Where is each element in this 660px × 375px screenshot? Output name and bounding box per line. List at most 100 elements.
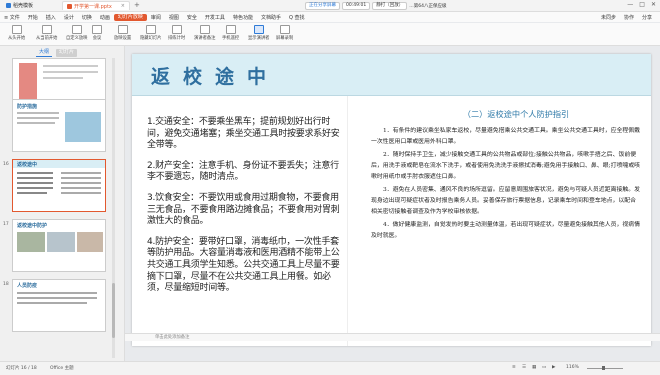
play-slideshow-icon[interactable]: ▶ bbox=[552, 365, 555, 370]
show-settings-button[interactable]: 放映设置 bbox=[114, 25, 131, 41]
menu-bar: ≡ 文件 开始 插入 设计 切换 动画 幻灯片放映 审阅 视图 安全 开发工具 … bbox=[0, 12, 660, 22]
close-tab-icon[interactable]: × bbox=[121, 3, 125, 9]
left-text-box[interactable]: 1.交通安全：不要乘坐黑车；提前规划好出行时间，避免交通堵塞；乘坐交通工具时按要… bbox=[147, 117, 343, 304]
new-tab-button[interactable]: + bbox=[134, 1, 140, 9]
menu-animations[interactable]: 动画 bbox=[96, 14, 114, 21]
right-text-box[interactable]: （二）返校途中个人防护指引 1．有条件的建议乘坐私家车返校，尽量避免搭乘公共交通… bbox=[371, 108, 641, 244]
slide-thumbnail-18[interactable]: 人员防疫 bbox=[12, 279, 106, 332]
tab-slides[interactable]: 幻灯片 bbox=[56, 49, 78, 57]
record-icon bbox=[279, 25, 290, 34]
home-tab[interactable]: 稻壳模板 bbox=[2, 1, 56, 10]
menu-security[interactable]: 安全 bbox=[183, 14, 201, 21]
menu-doc-assistant[interactable]: 文档助手 bbox=[257, 14, 285, 21]
view-outline-icon[interactable]: ☰ bbox=[522, 365, 526, 370]
slide-thumbnail-15[interactable]: 防护措施 bbox=[12, 99, 106, 152]
menu-insert[interactable]: 插入 bbox=[42, 14, 60, 21]
theme-name[interactable]: Office 主题 bbox=[50, 365, 74, 371]
playback-button[interactable]: 静打（回放） bbox=[372, 1, 408, 10]
thumb-title: 防护措施 bbox=[17, 104, 38, 110]
slide-number-18: 18 bbox=[3, 282, 9, 287]
play-from-start-button[interactable]: 从头开始 bbox=[8, 25, 25, 41]
show-settings-label: 放映设置 bbox=[114, 36, 132, 41]
menu-home[interactable]: 开始 bbox=[24, 14, 42, 21]
thumb-title: 人员防疫 bbox=[17, 283, 38, 289]
slideshow-toolbar: 从头开始 从当前开始 自定义放映 会议 放映设置 隐藏幻灯片 排练计时 演讲者备… bbox=[0, 23, 660, 46]
close-window-button[interactable]: ✕ bbox=[651, 1, 656, 8]
menu-review[interactable]: 审阅 bbox=[147, 14, 165, 21]
menu-features[interactable]: 特色功能 bbox=[229, 14, 257, 21]
right-point-2: 2．随时保持手卫生，减少接触交通工具的公共物品或部位;接触公共物品，咳嗽手捂之后… bbox=[371, 152, 641, 180]
slide-thumbnail-16[interactable]: 返校途中 bbox=[12, 159, 106, 212]
zoom-slider[interactable] bbox=[587, 368, 623, 369]
current-slide[interactable]: 返校途中 1.交通安全：不要乘坐黑车；提前规划好出行时间，避免交通堵塞；乘坐交通… bbox=[132, 54, 651, 346]
left-point-protection: 4.防护安全：要带好口罩，消毒纸巾，一次性手套等防护用品。大容量消毒液和医用酒精… bbox=[147, 236, 340, 294]
presenter-view-button[interactable]: 显示演讲者 bbox=[248, 25, 269, 41]
hide-slide-label: 隐藏幻灯片 bbox=[140, 36, 162, 41]
zoom-level[interactable]: 116% bbox=[566, 365, 579, 370]
menu-transitions[interactable]: 切换 bbox=[78, 14, 96, 21]
play-from-current-button[interactable]: 从当前开始 bbox=[36, 25, 57, 41]
slide-thumbnail-pane: 大纲 幻灯片 防护措施 16 返校途中 17 返校途中防护 18 人员防疫 bbox=[0, 46, 125, 362]
timer-icon bbox=[171, 25, 182, 34]
thumbnail-scrollbar[interactable] bbox=[112, 58, 115, 358]
home-tab-label: 稻壳模板 bbox=[13, 3, 34, 9]
pptx-file-icon bbox=[67, 3, 72, 9]
play-icon bbox=[11, 25, 22, 34]
status-bar: 幻灯片 16 / 18 Office 主题 ≡ ☰ ▦ ▭ ▶ 116% bbox=[0, 361, 660, 375]
slide-editing-area[interactable]: 返校途中 1.交通安全：不要乘坐黑车；提前规划好出行时间，避免交通堵塞；乘坐交通… bbox=[125, 46, 660, 362]
phone-remote-label: 手机遥控 bbox=[222, 36, 240, 41]
menu-developer[interactable]: 开发工具 bbox=[201, 14, 229, 21]
menu-file[interactable]: ≡ 文件 bbox=[0, 14, 24, 21]
minimize-button[interactable]: — bbox=[627, 1, 633, 8]
speaker-notes-label: 演讲者备注 bbox=[194, 36, 216, 41]
menu-slideshow[interactable]: 幻灯片放映 bbox=[113, 13, 147, 21]
slide-thumbnail-17[interactable]: 返校途中防护 bbox=[12, 219, 106, 272]
custom-show-icon bbox=[71, 25, 82, 34]
left-point-food: 3.饮食安全：不要饮用或食用过期食物，不要食用三无食品，不要食用路边摊食品；不要… bbox=[147, 192, 340, 227]
presenter-view-label: 显示演讲者 bbox=[248, 36, 270, 41]
document-tab[interactable]: 开学第一课.pptx × bbox=[62, 1, 130, 10]
view-reading-icon[interactable]: ▭ bbox=[542, 365, 546, 370]
meeting-button[interactable]: 会议 bbox=[92, 25, 102, 41]
phone-icon bbox=[225, 25, 236, 34]
play-current-icon bbox=[41, 25, 52, 34]
rehearse-timing-button[interactable]: 排练计时 bbox=[168, 25, 185, 41]
view-sorter-icon[interactable]: ▦ bbox=[532, 365, 536, 370]
sync-status[interactable]: 未同步 bbox=[601, 14, 616, 21]
presenter-view-icon bbox=[253, 25, 264, 34]
slide-title[interactable]: 返校途中 bbox=[151, 62, 279, 89]
screen-share-indicator[interactable]: 正在分享屏幕 bbox=[305, 1, 340, 10]
hide-slide-button[interactable]: 隐藏幻灯片 bbox=[140, 25, 161, 41]
thumb-title: 返校途中 bbox=[17, 162, 38, 168]
menu-search[interactable]: Q 查找 bbox=[285, 14, 309, 21]
play-from-current-label: 从当前开始 bbox=[36, 36, 58, 41]
menu-view[interactable]: 视图 bbox=[165, 14, 183, 21]
menu-design[interactable]: 设计 bbox=[60, 14, 78, 21]
scrollbar-thumb[interactable] bbox=[112, 283, 115, 338]
collaborate-button[interactable]: 协作 bbox=[624, 14, 634, 21]
right-section-title: （二）返校途中个人防护指引 bbox=[462, 109, 570, 119]
speaker-notes-button[interactable]: 演讲者备注 bbox=[194, 25, 215, 41]
play-from-start-label: 从头开始 bbox=[8, 36, 26, 41]
right-point-1: 1．有条件的建议乘坐私家车返校，尽量避免搭乘公共交通工具。乘坐公共交通工具时，应… bbox=[371, 128, 641, 145]
screen-record-button[interactable]: 屏幕录制 bbox=[276, 25, 293, 41]
slide-counter: 幻灯片 16 / 18 bbox=[6, 366, 37, 371]
left-point-transport: 1.交通安全：不要乘坐黑车；提前规划好出行时间，避免交通堵塞；乘坐交通工具时按要… bbox=[147, 117, 340, 151]
share-button[interactable]: 分享 bbox=[642, 14, 652, 21]
custom-show-button[interactable]: 自定义放映 bbox=[66, 25, 87, 41]
custom-show-label: 自定义放映 bbox=[66, 36, 88, 41]
meeting-info: …第64八正保应级 bbox=[409, 3, 447, 9]
tab-outline[interactable]: 大纲 bbox=[36, 49, 53, 57]
document-tab-label: 开学第一课.pptx bbox=[74, 3, 112, 10]
notes-icon bbox=[199, 25, 210, 34]
left-point-property: 2.财产安全：注意手机、身份证不要丢失；注意行李不要遗忘，随时清点。 bbox=[147, 160, 339, 183]
zoom-slider-knob[interactable] bbox=[602, 366, 605, 370]
speaker-notes-field[interactable]: 单击此处添加备注 bbox=[125, 333, 660, 341]
hide-slide-icon bbox=[145, 25, 156, 34]
docer-icon bbox=[6, 3, 11, 8]
maximize-button[interactable]: □ bbox=[639, 1, 645, 8]
share-timer: 00:49:01 bbox=[342, 1, 371, 10]
phone-remote-button[interactable]: 手机遥控 bbox=[222, 25, 239, 41]
view-normal-icon[interactable]: ≡ bbox=[512, 365, 516, 370]
slide-number-17: 17 bbox=[3, 222, 9, 227]
